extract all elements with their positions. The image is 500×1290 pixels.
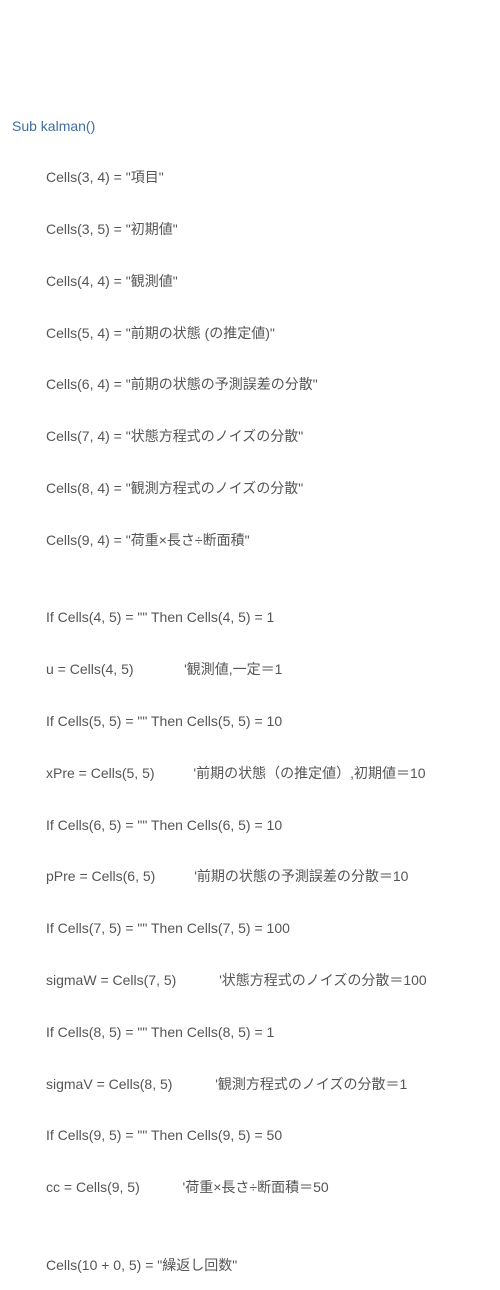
code-line: Cells(6, 4) = "前期の状態の予測誤差の分散" xyxy=(12,372,490,398)
code-line: u = Cells(4, 5) '観測値,一定＝1 xyxy=(12,657,490,683)
code-line: If Cells(6, 5) = "" Then Cells(6, 5) = 1… xyxy=(12,813,490,839)
code-line: Cells(9, 4) = "荷重×長さ÷断面積" xyxy=(12,528,490,554)
code-line: sigmaW = Cells(7, 5) '状態方程式のノイズの分散＝100 xyxy=(12,968,490,994)
code-line: Cells(3, 5) = "初期値" xyxy=(12,217,490,243)
code-line: Sub kalman() xyxy=(12,114,490,140)
code-line: If Cells(5, 5) = "" Then Cells(5, 5) = 1… xyxy=(12,709,490,735)
code-line: Cells(7, 4) = "状態方程式のノイズの分散" xyxy=(12,424,490,450)
code-line: If Cells(7, 5) = "" Then Cells(7, 5) = 1… xyxy=(12,916,490,942)
code-line: Cells(5, 4) = "前期の状態 (の推定値)" xyxy=(12,321,490,347)
code-line: cc = Cells(9, 5) '荷重×長さ÷断面積＝50 xyxy=(12,1175,490,1201)
code-line: Cells(4, 4) = "観測値" xyxy=(12,269,490,295)
code-line: If Cells(8, 5) = "" Then Cells(8, 5) = 1 xyxy=(12,1020,490,1046)
code-line: Cells(8, 4) = "観測方程式のノイズの分散" xyxy=(12,476,490,502)
code-line: Cells(10 + 0, 5) = "繰返し回数" xyxy=(12,1253,490,1279)
code-line: sigmaV = Cells(8, 5) '観測方程式のノイズの分散＝1 xyxy=(12,1072,490,1098)
code-line: pPre = Cells(6, 5) '前期の状態の予測誤差の分散＝10 xyxy=(12,864,490,890)
code-line: Cells(3, 4) = "項目" xyxy=(12,165,490,191)
code-line: If Cells(4, 5) = "" Then Cells(4, 5) = 1 xyxy=(12,605,490,631)
code-line: xPre = Cells(5, 5) '前期の状態（の推定値）,初期値＝10 xyxy=(12,761,490,787)
code-line: If Cells(9, 5) = "" Then Cells(9, 5) = 5… xyxy=(12,1123,490,1149)
